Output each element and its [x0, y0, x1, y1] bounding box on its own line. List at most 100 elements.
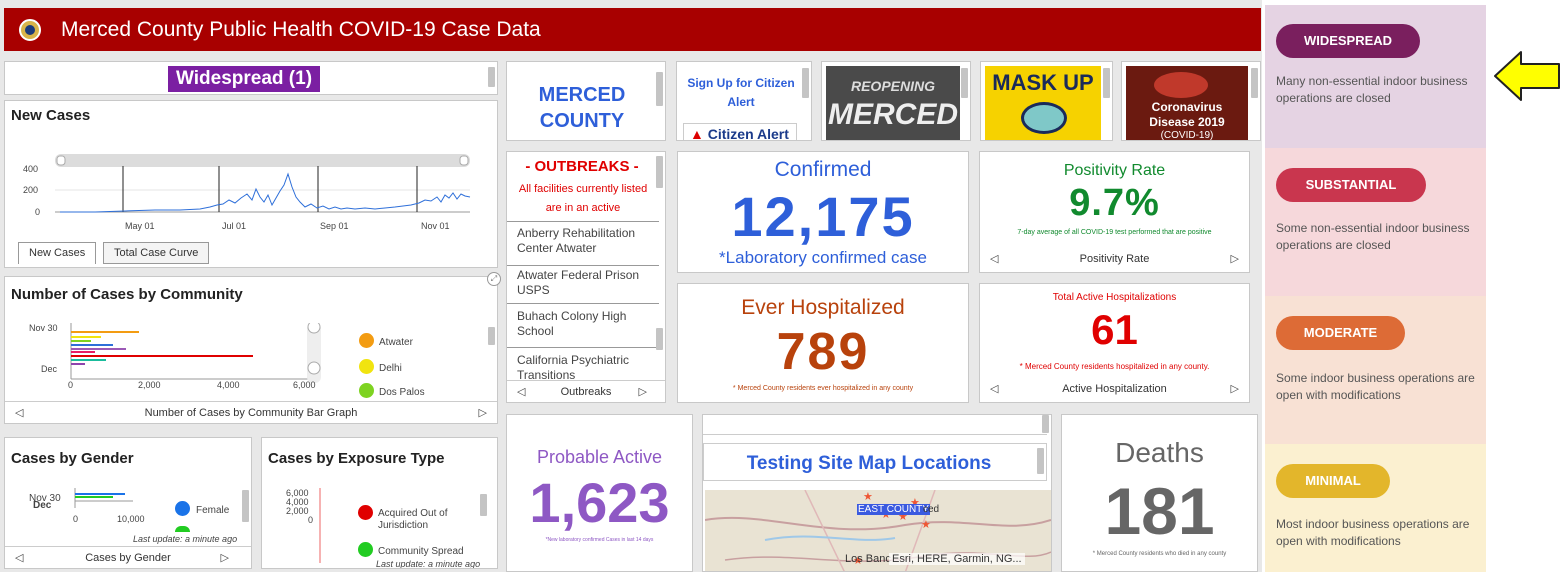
gender-bar	[75, 493, 125, 495]
next-arrow-icon[interactable]: ▷	[1231, 376, 1239, 402]
pointer-arrow-icon	[1494, 51, 1560, 101]
prev-arrow-icon[interactable]: ◁	[990, 376, 998, 402]
probable-title: Probable Active	[536, 447, 663, 467]
next-arrow-icon[interactable]: ▷	[1231, 246, 1239, 272]
community-bar	[71, 348, 126, 350]
signup-link[interactable]: Sign Up for Citizen Alert	[681, 74, 801, 112]
reopening-line2: MERCED	[827, 98, 958, 131]
hospitalized-title: Ever Hospitalized	[741, 296, 905, 319]
y-tick-label: Dec	[33, 500, 52, 511]
legend-dot	[175, 501, 190, 516]
scrollbar[interactable]	[656, 328, 663, 350]
community-bar	[71, 336, 101, 338]
mask-image-panel[interactable]: MASK UP	[980, 61, 1113, 141]
nav-label: Active Hospitalization	[1062, 383, 1167, 395]
active-hosp-caption: * Merced County residents hospitalized i…	[1019, 362, 1210, 371]
corona-image-panel[interactable]: Coronavirus Disease 2019 (COVID-19)	[1121, 61, 1261, 141]
widespread-pill: WIDESPREAD	[1276, 24, 1420, 58]
map-title: Testing Site Map Locations	[746, 453, 992, 474]
confirmed-value: 12,175	[731, 185, 915, 248]
y-tick-label: 0	[308, 515, 314, 525]
next-arrow-icon[interactable]: ▷	[479, 402, 487, 423]
outbreak-name: Atwater Federal Prison USPS	[517, 268, 640, 297]
risk-description: Some indoor business operations are open…	[1276, 371, 1475, 402]
nav-label: Number of Cases by Community Bar Graph	[144, 407, 358, 419]
next-arrow-icon[interactable]: ▷	[639, 381, 647, 402]
tier-badge: Widespread (1)	[168, 66, 321, 92]
expand-icon[interactable]: ⤢	[487, 272, 501, 286]
prev-arrow-icon[interactable]: ◁	[990, 246, 998, 272]
gender-bar	[75, 496, 113, 498]
active-hosp-panel: Total Active Hospitalizations 61 * Merce…	[979, 283, 1250, 403]
mask-text: MASK UP	[992, 70, 1094, 95]
scrollbar[interactable]	[488, 327, 495, 345]
scrollbar[interactable]	[1103, 68, 1110, 98]
range-slider-track[interactable]	[55, 154, 470, 167]
scrollbar[interactable]	[802, 68, 809, 98]
deaths-caption: * Merced County residents who died in an…	[1092, 551, 1227, 557]
mask-face-icon	[1021, 102, 1067, 134]
x-tick-label: 6,000	[293, 380, 316, 390]
scrollbar[interactable]	[488, 67, 495, 87]
citizen-alert-panel[interactable]: Sign Up for Citizen Alert ▲ Citizen Aler…	[676, 61, 812, 141]
corona-line1: Coronavirus	[1151, 100, 1223, 114]
minimal-pill: MINIMAL	[1276, 464, 1390, 498]
scrollbar[interactable]	[1042, 415, 1049, 433]
deaths-panel: Deaths 181 * Merced County residents who…	[1061, 414, 1258, 572]
next-arrow-icon[interactable]: ▷	[221, 547, 229, 568]
outbreak-list-item[interactable]: California Psychiatric Transitions	[507, 347, 659, 381]
map-label-merced: ced	[923, 504, 940, 515]
community-bar	[71, 331, 139, 333]
confirmed-caption: *Laboratory confirmed case	[719, 248, 927, 267]
scrollbar[interactable]	[1037, 448, 1044, 474]
positivity-caption: 7-day average of all COVID-19 test perfo…	[1017, 229, 1212, 236]
moderate-pill: MODERATE	[1276, 316, 1405, 350]
nav-label: Cases by Gender	[85, 552, 171, 564]
scrollbar[interactable]	[480, 494, 487, 516]
outbreak-list-item[interactable]: Atwater Federal Prison USPS	[507, 265, 659, 303]
prev-arrow-icon[interactable]: ◁	[517, 381, 525, 402]
risk-description: Most indoor business operations are open…	[1276, 517, 1470, 548]
outbreak-list-item[interactable]: Buhach Colony High School	[507, 303, 659, 347]
prev-arrow-icon[interactable]: ◁	[15, 547, 23, 568]
risk-description: Many non-essential indoor business opera…	[1276, 74, 1468, 105]
brand-label: Citizen Alert	[707, 126, 789, 141]
map-view[interactable]: ★ ★ ★ ★ ★ ★ EAST COUNTY ced Los Banc Esr…	[705, 490, 1051, 571]
substantial-pill: SUBSTANTIAL	[1276, 168, 1426, 202]
y-tick-label: 400	[23, 164, 39, 174]
scrollbar[interactable]	[242, 490, 249, 522]
virus-icon	[1154, 72, 1208, 98]
active-hosp-value: 61	[1091, 306, 1138, 353]
tab-total-case-curve[interactable]: Total Case Curve	[103, 242, 210, 264]
county-seal-icon	[19, 18, 41, 41]
scrollbar[interactable]	[1251, 68, 1258, 98]
scrollbar[interactable]	[656, 156, 663, 188]
outbreak-list-item[interactable]: Anberry Rehabilitation Center Atwater	[507, 221, 659, 265]
y-tick-label: Nov 30	[29, 323, 58, 333]
x-tick-label: 0	[68, 380, 74, 390]
y-tick-label: Dec	[41, 364, 58, 374]
exposure-chart	[319, 488, 321, 563]
community-bar	[71, 344, 113, 346]
probable-value: 1,623	[529, 471, 670, 534]
tab-new-cases[interactable]: New Cases	[18, 242, 97, 264]
prev-arrow-icon[interactable]: ◁	[15, 402, 23, 423]
outbreaks-nav: ◁ Outbreaks ▷	[507, 380, 665, 402]
header-bar: Merced County Public Health COVID-19 Cas…	[4, 8, 1261, 51]
citizen-alert-logo: ▲ Citizen Alert	[683, 123, 797, 141]
nav-label: Positivity Rate	[1079, 253, 1150, 265]
outbreaks-subtitle: All facilities currently listed are in a…	[518, 183, 648, 214]
range-slider-handle-left[interactable]	[56, 155, 66, 166]
reopening-image-panel[interactable]: REOPENING MERCED	[821, 61, 971, 141]
range-slider-handle[interactable]	[307, 361, 321, 375]
x-tick-label: Sep 01	[320, 221, 349, 231]
dashboard: Merced County Public Health COVID-19 Cas…	[0, 0, 1262, 572]
scrollbar[interactable]	[961, 68, 968, 98]
legend-label: Female	[196, 505, 230, 516]
legend-dot	[358, 505, 373, 520]
range-slider-handle-right[interactable]	[459, 155, 469, 166]
new-cases-line	[60, 172, 471, 213]
range-slider-handle[interactable]	[307, 323, 321, 334]
scrollbar[interactable]	[656, 72, 663, 106]
legend-dot	[359, 333, 374, 348]
